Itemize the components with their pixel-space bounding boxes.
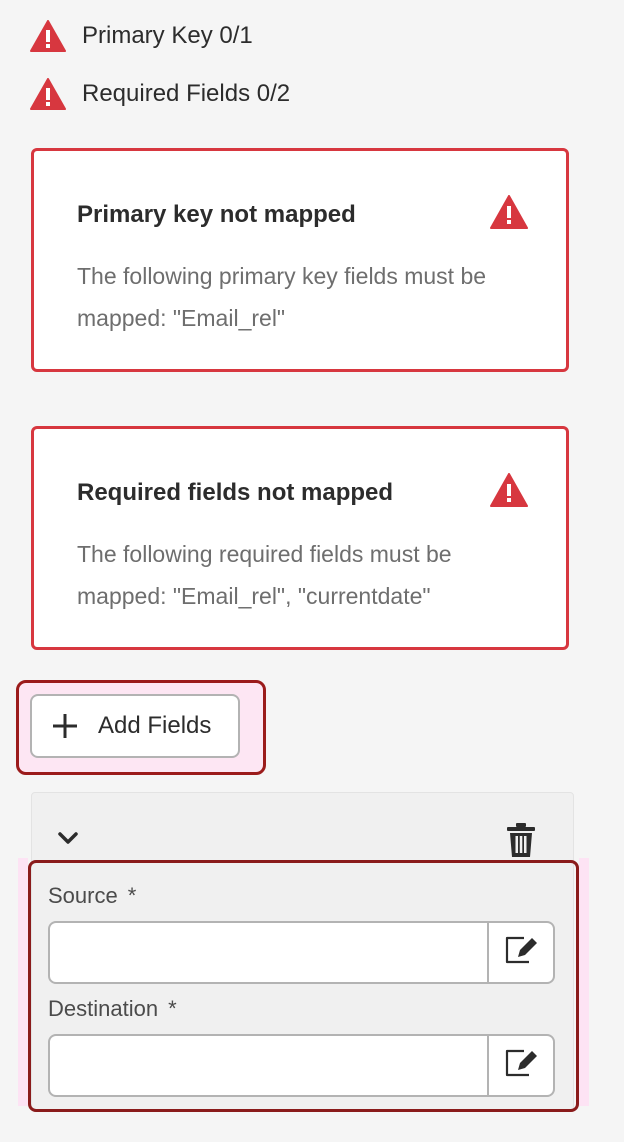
warning-icon — [490, 195, 528, 229]
destination-edit-button[interactable] — [489, 1034, 555, 1097]
required-fields-status: Required Fields 0/2 — [30, 78, 290, 110]
source-label-text: Source — [48, 883, 118, 908]
required-fields-status-text: Required Fields 0/2 — [82, 80, 291, 107]
error-message: The following primary key fields must be… — [77, 263, 487, 331]
destination-field-row — [48, 1034, 555, 1097]
source-label: Source * — [48, 883, 136, 909]
source-edit-button[interactable] — [489, 921, 555, 984]
add-fields-button[interactable]: Add Fields — [30, 694, 240, 758]
error-message: The following required fields must be ma… — [77, 541, 452, 609]
destination-label-text: Destination — [48, 996, 159, 1021]
mapping-page: Primary Key 0/1 Required Fields 0/2 Prim… — [0, 0, 624, 1142]
warning-icon — [30, 20, 66, 52]
edit-icon — [504, 935, 538, 970]
plus-icon — [52, 713, 78, 739]
warning-icon — [490, 473, 528, 507]
required-marker: * — [127, 883, 137, 908]
edit-icon — [504, 1048, 538, 1083]
primary-key-status-text: Primary Key 0/1 — [82, 22, 253, 49]
source-input[interactable] — [48, 921, 489, 984]
required-marker: * — [168, 996, 177, 1021]
destination-label: Destination * — [48, 996, 177, 1022]
add-fields-label: Add Fields — [98, 712, 212, 739]
required-fields-error-card: Required fields not mapped The following… — [31, 426, 569, 650]
primary-key-error-card: Primary key not mapped The following pri… — [31, 148, 569, 372]
highlight-glow — [18, 858, 28, 1106]
error-title: Primary key not mapped — [77, 201, 356, 228]
error-title: Required fields not mapped — [77, 479, 394, 506]
chevron-down-icon[interactable] — [55, 826, 81, 850]
source-field-row — [48, 921, 555, 984]
trash-icon[interactable] — [505, 822, 537, 858]
destination-input[interactable] — [48, 1034, 489, 1097]
warning-icon — [30, 78, 66, 110]
highlight-glow — [579, 858, 589, 1106]
primary-key-status: Primary Key 0/1 — [30, 20, 253, 52]
